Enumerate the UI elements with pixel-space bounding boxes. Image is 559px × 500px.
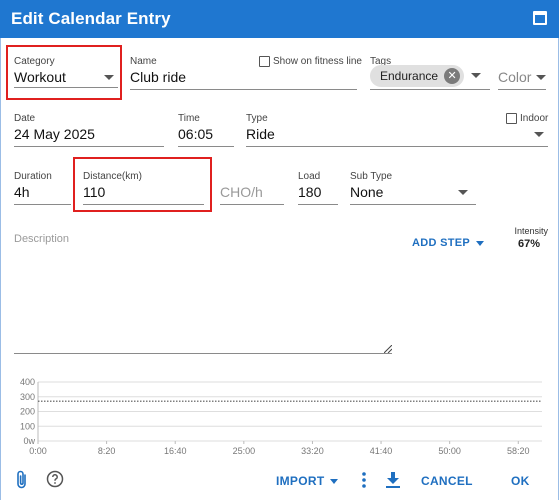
sub-type-value: None bbox=[350, 184, 384, 200]
add-step-chevron-down-icon bbox=[476, 240, 485, 246]
time-label: Time bbox=[178, 113, 200, 124]
download-icon[interactable] bbox=[385, 471, 401, 488]
intensity-label: Intensity bbox=[514, 226, 548, 236]
cho-placeholder: CHO/h bbox=[220, 184, 263, 200]
date-label: Date bbox=[14, 113, 36, 124]
y-tick-label: 0w bbox=[23, 436, 35, 446]
add-step-button[interactable]: ADD STEP bbox=[412, 237, 485, 249]
category-value: Workout bbox=[14, 69, 66, 85]
x-tick-label: 25:00 bbox=[233, 446, 256, 456]
cho-underline bbox=[220, 204, 284, 205]
type-value: Ride bbox=[246, 126, 275, 142]
sub-type-chevron-down-icon bbox=[458, 190, 468, 195]
more-vertical-icon[interactable] bbox=[360, 471, 368, 489]
time-value: 06:05 bbox=[178, 126, 214, 142]
tags-underline bbox=[370, 89, 490, 90]
chevron-down-icon bbox=[104, 75, 114, 80]
load-label: Load bbox=[298, 171, 321, 182]
category-select[interactable]: Category Workout bbox=[14, 56, 118, 92]
paperclip-icon[interactable] bbox=[14, 470, 30, 490]
time-field[interactable]: Time 06:05 bbox=[178, 113, 234, 149]
type-underline bbox=[246, 146, 548, 147]
date-underline bbox=[14, 146, 164, 147]
load-field[interactable]: Load 180 bbox=[298, 171, 338, 207]
power-chart: 400 300 200 100 0w0:00 8:20 16:40 25:00 33:20 41:… bbox=[20, 377, 542, 456]
x-tick-label: 58:20 bbox=[507, 446, 530, 456]
add-step-label: ADD STEP bbox=[412, 237, 471, 249]
description-textarea[interactable]: Description bbox=[14, 233, 392, 355]
color-chevron-down-icon bbox=[536, 75, 546, 80]
sub-type-label: Sub Type bbox=[350, 171, 393, 182]
distance-underline bbox=[83, 204, 204, 205]
y-tick-label: 200 bbox=[20, 407, 35, 417]
category-label: Category bbox=[14, 56, 55, 67]
help-circle-icon[interactable] bbox=[46, 470, 64, 488]
x-tick-label: 50:00 bbox=[438, 446, 461, 456]
type-label: Type bbox=[246, 113, 268, 124]
type-chevron-down-icon bbox=[534, 132, 544, 137]
cancel-button[interactable]: CANCEL bbox=[421, 474, 473, 488]
ok-button[interactable]: OK bbox=[511, 474, 530, 488]
tags-chevron-down-icon[interactable] bbox=[471, 73, 481, 78]
duration-field[interactable]: Duration 4h bbox=[14, 171, 71, 207]
maximize-icon[interactable] bbox=[533, 11, 547, 25]
cancel-label: CANCEL bbox=[421, 474, 473, 488]
type-select[interactable]: Type Ride bbox=[246, 113, 548, 149]
title-bar: Edit Calendar Entry bbox=[0, 0, 559, 38]
color-underline bbox=[498, 89, 546, 90]
x-tick-label: 8:20 bbox=[98, 446, 116, 456]
indoor-checkbox[interactable] bbox=[506, 113, 517, 124]
distance-value: 110 bbox=[83, 184, 106, 200]
date-value: 24 May 2025 bbox=[14, 126, 95, 142]
duration-value: 4h bbox=[14, 184, 30, 200]
y-tick-label: 400 bbox=[20, 377, 35, 387]
load-underline bbox=[298, 204, 338, 205]
close-icon[interactable]: ✕ bbox=[444, 68, 461, 84]
resize-handle-icon[interactable] bbox=[384, 345, 392, 353]
description-underline bbox=[14, 353, 392, 354]
duration-label: Duration bbox=[14, 171, 52, 182]
sub-type-underline bbox=[350, 204, 476, 205]
tag-chip-label: Endurance bbox=[380, 69, 439, 83]
import-label: IMPORT bbox=[276, 474, 325, 488]
import-chevron-down-icon bbox=[330, 479, 339, 485]
category-underline bbox=[14, 87, 118, 88]
window-title: Edit Calendar Entry bbox=[11, 9, 171, 28]
x-tick-label: 33:20 bbox=[301, 446, 324, 456]
color-placeholder: Color bbox=[498, 69, 532, 85]
ok-label: OK bbox=[511, 474, 530, 488]
show-on-fitness-line-checkbox[interactable] bbox=[259, 56, 270, 67]
date-field[interactable]: Date 24 May 2025 bbox=[14, 113, 164, 149]
x-tick-label: 0:00 bbox=[29, 446, 47, 456]
duration-underline bbox=[14, 204, 71, 205]
y-tick-label: 100 bbox=[20, 421, 35, 431]
load-value: 180 bbox=[298, 184, 322, 200]
time-underline bbox=[178, 146, 234, 147]
cho-field[interactable]: CHO/h bbox=[220, 171, 284, 207]
color-select[interactable]: Color bbox=[498, 56, 546, 92]
y-tick-label: 300 bbox=[20, 392, 35, 402]
sub-type-select[interactable]: Sub Type None bbox=[350, 171, 476, 207]
distance-label: Distance(km) bbox=[83, 171, 142, 182]
tag-chip[interactable]: Endurance ✕ bbox=[370, 65, 465, 87]
x-tick-label: 16:40 bbox=[164, 446, 187, 456]
intensity-value: 67% bbox=[517, 238, 540, 250]
indoor-label: Indoor bbox=[520, 113, 549, 124]
show-on-fitness-line-label: Show on fitness line bbox=[273, 56, 362, 67]
x-tick-label: 41:40 bbox=[370, 446, 393, 456]
description-placeholder: Description bbox=[14, 233, 70, 245]
name-value: Club ride bbox=[130, 69, 187, 85]
import-button[interactable]: IMPORT bbox=[276, 474, 339, 488]
name-label: Name bbox=[130, 56, 157, 67]
name-underline bbox=[130, 89, 357, 90]
distance-field[interactable]: Distance(km) 110 bbox=[83, 171, 204, 207]
